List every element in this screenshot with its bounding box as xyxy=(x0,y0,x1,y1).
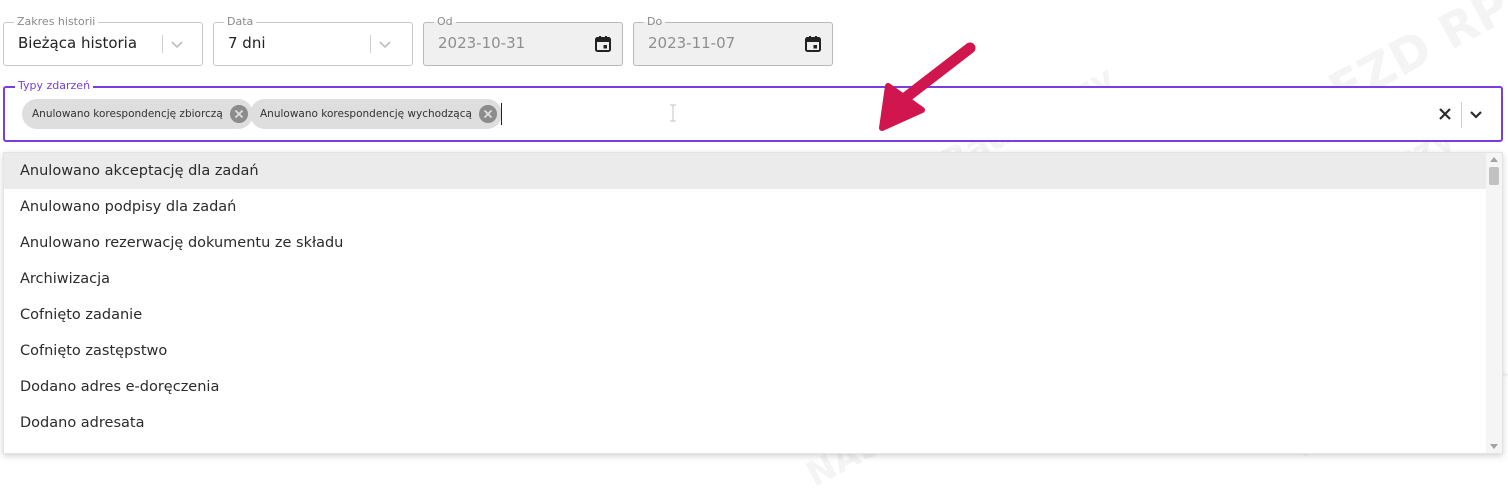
scroll-down-icon[interactable] xyxy=(1490,444,1498,449)
dropdown-option[interactable]: Cofnięto zadanie xyxy=(4,297,1488,333)
dropdown-option[interactable]: Archiwizacja xyxy=(4,261,1488,297)
chevron-down-icon[interactable] xyxy=(1467,105,1485,123)
calendar-icon[interactable] xyxy=(804,35,822,53)
dropdown-option[interactable]: Dodano adres e-doręczenia xyxy=(4,369,1488,405)
calendar-icon[interactable] xyxy=(594,35,612,53)
select-separator xyxy=(370,35,371,53)
date-to-field[interactable]: Do 2023-11-07 xyxy=(633,15,833,66)
period-value: 7 dni xyxy=(228,34,266,52)
event-types-multiselect[interactable]: Typy zdarzeń Anulowano korespondencję zb… xyxy=(3,79,1503,142)
event-types-label: Typy zdarzeń xyxy=(15,79,94,93)
remove-chip-icon[interactable] xyxy=(478,105,497,123)
dropdown-option[interactable]: Cofnięto zastępstwo xyxy=(4,333,1488,369)
remove-chip-icon[interactable] xyxy=(229,105,248,123)
dropdown-option[interactable]: Dodano adresata xyxy=(4,405,1488,441)
history-range-label: Zakres historii xyxy=(14,15,99,29)
chip-label: Anulowano korespondencję wychodzącą xyxy=(260,108,472,120)
date-from-field[interactable]: Od 2023-10-31 xyxy=(423,15,623,66)
scroll-up-icon[interactable] xyxy=(1490,157,1498,162)
dropdown-option[interactable]: Anulowano akceptację dla zadań xyxy=(4,153,1488,189)
select-separator xyxy=(162,35,163,53)
date-from-value: 2023-10-31 xyxy=(438,34,526,52)
dropdown-option[interactable]: Anulowano podpisy dla zadań xyxy=(4,189,1488,225)
dropdown-option[interactable]: Anulowano rezerwację dokumentu ze składu xyxy=(4,225,1488,261)
text-cursor[interactable] xyxy=(501,103,502,125)
period-select[interactable]: Data 7 dni xyxy=(213,15,413,66)
date-to-value: 2023-11-07 xyxy=(648,34,736,52)
history-range-value: Bieżąca historia xyxy=(18,34,138,52)
date-from-label: Od xyxy=(434,15,456,29)
period-label: Data xyxy=(224,15,257,29)
chip-label: Anulowano korespondencję zbiorczą xyxy=(32,108,223,120)
event-types-dropdown[interactable]: Anulowano akceptację dla zadań Anulowano… xyxy=(3,152,1503,454)
chevron-down-icon[interactable] xyxy=(169,36,185,52)
select-separator xyxy=(1461,102,1462,128)
history-range-select[interactable]: Zakres historii Bieżąca historia xyxy=(3,15,203,66)
date-to-label: Do xyxy=(644,15,666,29)
event-type-chip: Anulowano korespondencję zbiorczą xyxy=(22,99,253,129)
scrollbar-thumb[interactable] xyxy=(1489,167,1499,185)
dropdown-scrollbar[interactable] xyxy=(1486,153,1502,453)
clear-all-icon[interactable] xyxy=(1437,106,1453,122)
event-type-chip: Anulowano korespondencję wychodzącą xyxy=(250,99,502,129)
chevron-down-icon[interactable] xyxy=(377,36,393,52)
ibeam-cursor-icon xyxy=(670,104,676,122)
